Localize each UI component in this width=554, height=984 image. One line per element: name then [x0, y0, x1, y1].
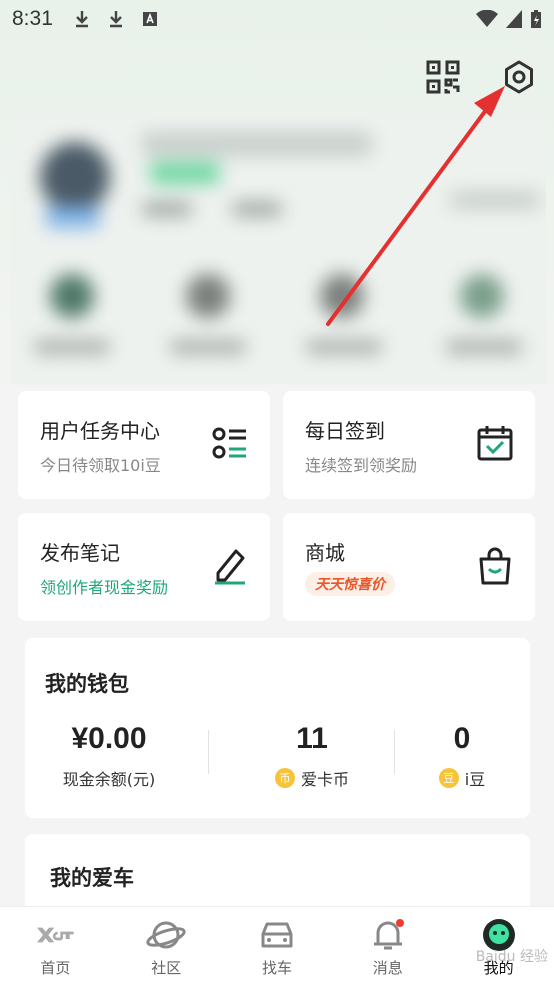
tab-community-label: 社区	[151, 959, 182, 977]
status-time: 8:31	[12, 7, 53, 30]
mall-promo-badge: 天天惊喜价	[305, 572, 395, 596]
calendar-check-icon	[477, 426, 513, 461]
battery-icon	[531, 10, 541, 28]
divider	[208, 730, 209, 774]
settings-gear-icon[interactable]	[502, 60, 536, 94]
shopping-bag-icon	[479, 547, 511, 585]
aika-coin-value: 11	[296, 722, 328, 755]
aika-coin-balance[interactable]: 11 币 爱卡币	[228, 722, 396, 790]
bell-icon	[368, 917, 408, 953]
daily-checkin-card[interactable]: 每日签到 连续签到领奖励	[283, 391, 535, 499]
qr-code-icon[interactable]	[426, 60, 460, 94]
tab-messages-label: 消息	[372, 959, 403, 977]
profile-blur-content	[10, 118, 546, 384]
status-bar: 8:31	[0, 0, 554, 38]
aika-coin-icon: 币	[274, 768, 295, 788]
tab-community[interactable]: 社区	[111, 907, 222, 984]
user-task-center-card[interactable]: 用户任务中心 今日待领取10i豆	[18, 391, 270, 499]
planet-icon	[146, 917, 186, 953]
idou-coin-icon: 豆	[438, 768, 459, 788]
signal-icon	[506, 10, 522, 28]
cash-balance-label: 现金余额(元)	[62, 770, 156, 789]
profile-card-blurred[interactable]	[10, 118, 546, 384]
mall-card[interactable]: 商城 天天惊喜价	[283, 513, 535, 621]
idou-balance[interactable]: 0 豆 i豆	[378, 722, 546, 790]
wallet-card[interactable]: 我的钱包 ¥0.00 现金余额(元) 11 币 爱卡币 0 豆 i豆	[25, 638, 530, 818]
cash-balance-value: ¥0.00	[71, 722, 147, 755]
idou-value: 0	[453, 722, 471, 755]
tab-find-car-label: 找车	[261, 959, 292, 977]
font-notification-icon	[142, 12, 157, 26]
xcar-logo-icon	[35, 917, 75, 953]
unread-dot	[395, 919, 404, 927]
tab-home[interactable]: 首页	[0, 907, 111, 984]
tab-messages[interactable]: 消息	[332, 907, 443, 984]
cash-balance[interactable]: ¥0.00 现金余额(元)	[25, 722, 193, 790]
idou-label: i豆	[464, 770, 486, 789]
my-car-title: 我的爱车	[50, 866, 134, 890]
task-list-icon	[212, 427, 246, 459]
aika-coin-label: 爱卡币	[300, 770, 349, 789]
pencil-icon	[215, 549, 245, 585]
download-icon	[75, 11, 88, 28]
tab-home-label: 首页	[40, 959, 71, 977]
bottom-tab-bar: 首页 社区 找车 消息 我的	[0, 906, 554, 984]
wallet-title: 我的钱包	[45, 672, 129, 696]
car-icon	[257, 917, 297, 953]
watermark: Baidu 经验	[475, 949, 548, 965]
tab-find-car[interactable]: 找车	[222, 907, 333, 984]
download-icon	[109, 11, 122, 28]
publish-note-card[interactable]: 发布笔记 领创作者现金奖励	[18, 513, 270, 621]
wifi-icon	[476, 10, 498, 27]
header-actions	[426, 60, 536, 94]
